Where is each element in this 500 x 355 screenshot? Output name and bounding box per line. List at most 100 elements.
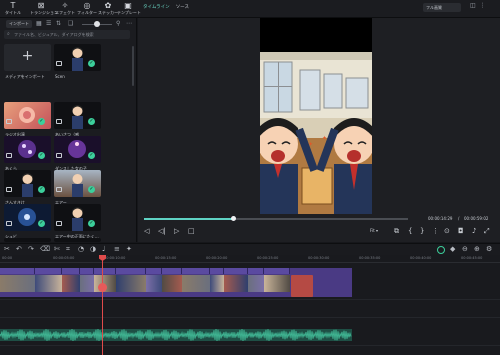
tool-title[interactable]: T タイトル bbox=[2, 1, 24, 17]
delete-icon[interactable]: ⌫ bbox=[40, 245, 50, 253]
clip-thumbnail[interactable] bbox=[80, 275, 94, 292]
person-thumbnail-icon bbox=[72, 174, 83, 197]
media-item[interactable] bbox=[54, 238, 101, 242]
sort-icon[interactable]: ⇅ bbox=[56, 20, 61, 27]
clip-header[interactable] bbox=[0, 268, 35, 274]
clip-thumbnail[interactable] bbox=[182, 275, 210, 292]
clip-header[interactable] bbox=[80, 268, 94, 274]
mark-out-icon[interactable]: } bbox=[420, 227, 424, 235]
list-view-icon[interactable]: ☰ bbox=[46, 20, 51, 27]
more-controls-icon[interactable]: ⋮ bbox=[432, 227, 439, 235]
zoom-out-icon[interactable]: ⊖ bbox=[462, 245, 468, 253]
ai-icon[interactable]: ✦ bbox=[126, 245, 132, 253]
audio-icon[interactable]: ♪ bbox=[472, 227, 476, 235]
marker-icon[interactable]: ◆ bbox=[450, 245, 455, 253]
progress-knob[interactable] bbox=[231, 216, 237, 221]
clip-thumbnail[interactable] bbox=[224, 275, 248, 292]
snapshot-icon[interactable]: ◫ bbox=[470, 2, 480, 9]
search-input[interactable] bbox=[14, 31, 126, 38]
clip-header[interactable] bbox=[248, 268, 264, 274]
media-item[interactable]: ✓ エアー bbox=[54, 170, 101, 208]
crop-icon[interactable]: ⧉ bbox=[394, 227, 399, 236]
playhead-marker[interactable] bbox=[98, 283, 107, 292]
tool-template[interactable]: ▣ テンプレート bbox=[117, 1, 141, 17]
undo-icon[interactable]: ↶ bbox=[16, 245, 22, 253]
selected-clip[interactable] bbox=[291, 275, 313, 297]
clip-thumbnail[interactable] bbox=[248, 275, 264, 292]
import-button[interactable]: インポート ▾ bbox=[6, 20, 32, 34]
media-item[interactable]: ✓ さんすきけ bbox=[4, 170, 51, 208]
media-item[interactable]: ✓ ラジオ出演 bbox=[4, 102, 51, 140]
clip-header[interactable] bbox=[116, 268, 146, 274]
media-item[interactable]: ✓ ダンスした女の子 bbox=[54, 136, 101, 174]
more-icon[interactable]: ⋮ bbox=[480, 2, 490, 9]
zoom-in-icon[interactable]: ⊕ bbox=[474, 245, 480, 253]
media-item[interactable]: ✓ シュビ bbox=[4, 204, 51, 242]
clip-header[interactable] bbox=[162, 268, 182, 274]
tool-transition[interactable]: ⊠ トランジション bbox=[30, 1, 58, 17]
clip-header[interactable] bbox=[146, 268, 162, 274]
clip-thumbnail[interactable] bbox=[35, 275, 62, 292]
library-scrollbar[interactable] bbox=[132, 46, 134, 86]
media-item[interactable]: ✓ Scen bbox=[54, 44, 101, 82]
tab-timeline[interactable]: タイムライン bbox=[143, 5, 170, 10]
camera-icon[interactable]: ◘ bbox=[458, 227, 464, 235]
classroom-illustration: ✦ ✦ bbox=[260, 18, 372, 214]
media-item[interactable]: ✓ エアー中の正面にたく… bbox=[54, 204, 101, 242]
media-item[interactable]: ✓ あくら bbox=[4, 136, 51, 174]
audio-waveform[interactable] bbox=[0, 329, 352, 341]
timeline[interactable]: 00:00 00:00:05:00 00:00:10:00 00:00:15:00 00… bbox=[0, 255, 500, 355]
folder-icon[interactable]: ❑ bbox=[68, 20, 73, 27]
cut-icon[interactable]: ✄ bbox=[54, 245, 60, 253]
time-ruler[interactable]: 00:00 00:00:05:00 00:00:10:00 00:00:15:00 00… bbox=[0, 255, 500, 263]
clip-thumbnail[interactable] bbox=[116, 275, 146, 292]
color-icon[interactable]: ◑ bbox=[90, 245, 96, 253]
media-item[interactable]: ✓ あいさつ（感 bbox=[54, 102, 101, 140]
clip-header[interactable] bbox=[210, 268, 224, 274]
tool-filter[interactable]: ◎ フィルター bbox=[76, 1, 98, 17]
slider-knob[interactable] bbox=[94, 21, 100, 27]
stop-icon[interactable]: □ bbox=[188, 227, 195, 235]
clip-header[interactable] bbox=[94, 268, 116, 274]
tool-sticker[interactable]: ✿ ステッカー bbox=[97, 1, 119, 17]
import-media-tile[interactable]: + メディアをインポート bbox=[4, 44, 51, 82]
mark-in-icon[interactable]: { bbox=[408, 227, 412, 235]
snap-toggle[interactable] bbox=[437, 246, 445, 254]
clip-header[interactable] bbox=[264, 268, 290, 274]
clip-header[interactable] bbox=[35, 268, 62, 274]
media-item[interactable] bbox=[4, 238, 51, 242]
speed-icon[interactable]: ◔ bbox=[78, 245, 84, 253]
clip-thumbnail[interactable] bbox=[264, 275, 290, 292]
tab-source[interactable]: ソース bbox=[176, 5, 189, 10]
split-icon[interactable]: ✂ bbox=[4, 245, 10, 253]
timeline-toolbar: ✂ ↶ ↷ ⌫ ✄ ⌗ ◔ ◑ ♩ ≡ ✦ ◆ ⊖ ⊕ ⚙ bbox=[0, 243, 500, 255]
snapshot-icon[interactable]: ⊙ bbox=[444, 227, 450, 235]
clip-thumbnail[interactable] bbox=[0, 275, 35, 292]
playback-progress[interactable] bbox=[144, 216, 408, 221]
person-thumbnail-icon bbox=[72, 207, 83, 231]
media-library: インポート ▾ ▦ ☰ ⇅ ❑ ⚲ ⋯ ⌕ + メディアをインポート ✓ Sce… bbox=[0, 18, 137, 242]
clip-thumbnail[interactable] bbox=[210, 275, 224, 292]
crop-tool-icon[interactable]: ⌗ bbox=[66, 245, 70, 254]
quality-select[interactable]: フル画質 bbox=[423, 3, 461, 12]
fullscreen-icon[interactable]: ⤢ bbox=[484, 227, 490, 236]
clip-thumbnail[interactable] bbox=[146, 275, 162, 292]
clip-header[interactable] bbox=[182, 268, 210, 274]
mic-icon[interactable]: ♩ bbox=[102, 245, 105, 253]
redo-icon[interactable]: ↷ bbox=[28, 245, 34, 253]
more-menu-icon[interactable]: ⋯ bbox=[126, 20, 132, 27]
skip-back-icon[interactable]: ◁ bbox=[144, 227, 149, 235]
clip-header[interactable] bbox=[224, 268, 248, 274]
grid-view-icon[interactable]: ▦ bbox=[36, 20, 42, 27]
filter-funnel-icon[interactable]: ⚲ bbox=[116, 20, 120, 27]
tool-effects[interactable]: ✧ エフェクト bbox=[54, 1, 76, 17]
video-preview[interactable]: ✦ ✦ bbox=[260, 18, 372, 214]
voiceover-icon[interactable]: ≡ bbox=[114, 245, 120, 253]
clip-header[interactable] bbox=[62, 268, 80, 274]
clip-thumbnail[interactable] bbox=[162, 275, 182, 292]
play-icon[interactable]: ▷ bbox=[174, 227, 179, 235]
clip-thumbnail[interactable] bbox=[62, 275, 80, 292]
zoom-select[interactable]: Fit ▾ bbox=[370, 228, 388, 235]
timeline-settings-icon[interactable]: ⚙ bbox=[486, 245, 492, 253]
step-back-icon[interactable]: ◁| bbox=[158, 227, 166, 235]
